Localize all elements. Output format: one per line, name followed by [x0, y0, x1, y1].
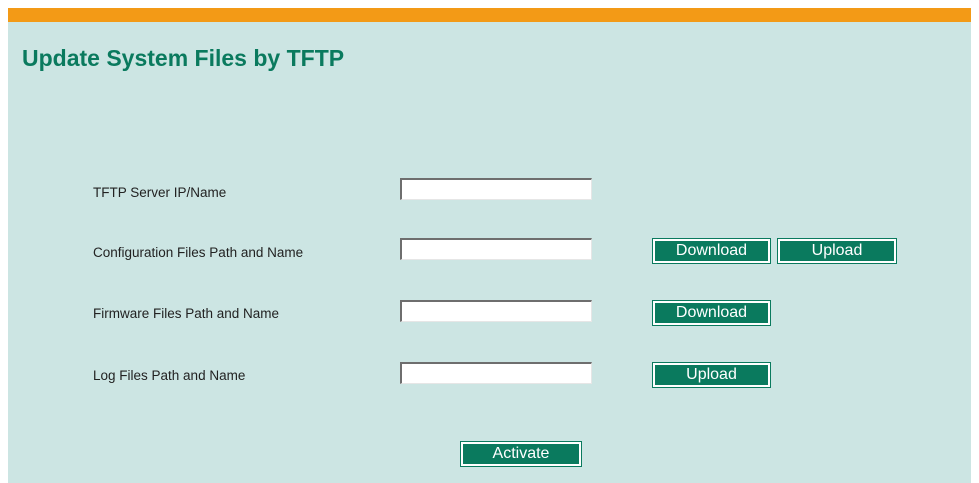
activate-button[interactable]: Activate [460, 441, 582, 467]
page-title: Update System Files by TFTP [22, 45, 345, 71]
firmware-files-input[interactable] [400, 300, 592, 322]
log-files-input[interactable] [400, 362, 592, 384]
config-download-button[interactable]: Download [652, 238, 771, 264]
log-files-label: Log Files Path and Name [93, 368, 246, 383]
main-panel: Update System Files by TFTP TFTP Server … [8, 8, 971, 483]
firmware-files-label: Firmware Files Path and Name [93, 306, 280, 321]
tftp-server-input[interactable] [400, 178, 592, 200]
tftp-server-label: TFTP Server IP/Name [93, 185, 227, 200]
config-files-input[interactable] [400, 238, 592, 260]
log-upload-button[interactable]: Upload [652, 362, 771, 388]
config-upload-button[interactable]: Upload [777, 238, 897, 264]
config-files-label: Configuration Files Path and Name [93, 245, 304, 260]
firmware-download-button[interactable]: Download [652, 300, 771, 326]
header-accent-bar [8, 8, 971, 22]
